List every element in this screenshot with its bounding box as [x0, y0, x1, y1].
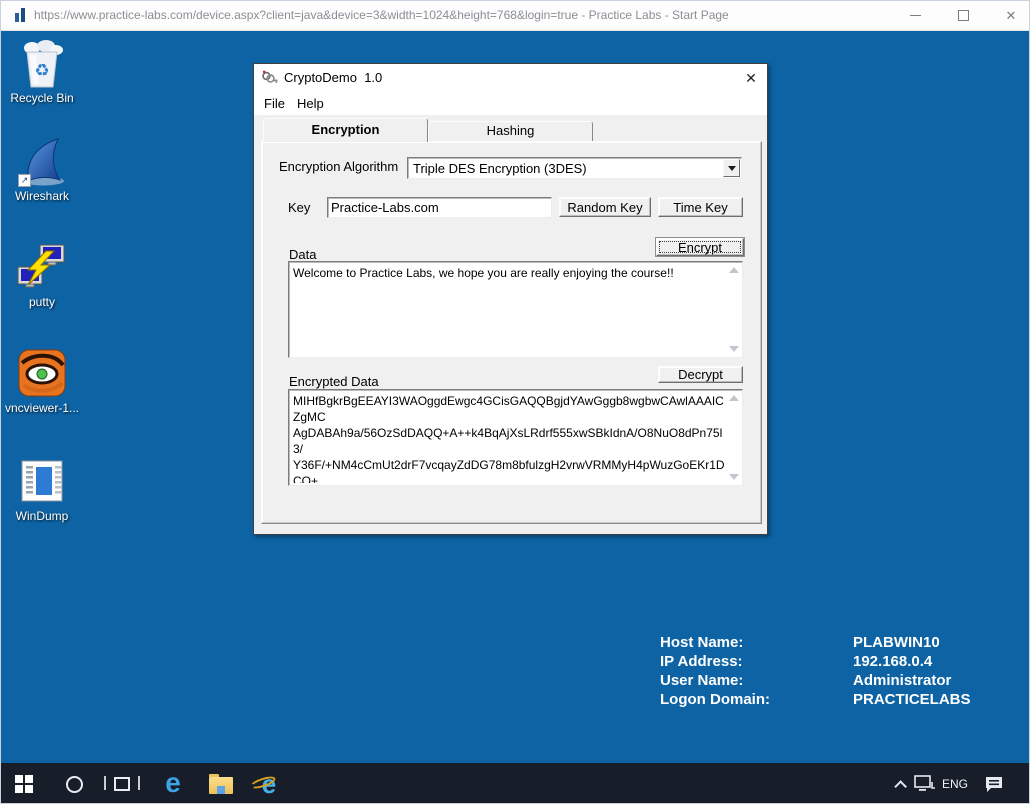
- task-view-icon: [114, 777, 130, 791]
- encrypted-data-field-frame: MIHfBgkrBgEEAYI3WAOggdEwgc4GCisGAQQBgjdY…: [288, 389, 743, 486]
- network-status-button[interactable]: [912, 773, 938, 795]
- tab-encryption[interactable]: Encryption: [263, 118, 428, 142]
- network-icon: [914, 775, 936, 793]
- maximize-icon: [958, 10, 969, 21]
- scroll-up-icon[interactable]: [729, 267, 739, 273]
- edge-icon: e: [165, 770, 181, 796]
- putty-icon: [16, 243, 68, 293]
- data-field-frame: Welcome to Practice Labs, we hope you ar…: [288, 261, 743, 358]
- chevron-up-icon: [894, 780, 907, 793]
- logon-domain-label: Logon Domain:: [660, 690, 853, 709]
- data-label: Data: [289, 247, 316, 262]
- scroll-down-icon[interactable]: [729, 474, 739, 480]
- icon-label: vncviewer-1...: [2, 402, 82, 415]
- shortcut-arrow-icon: ↗: [18, 174, 31, 187]
- microsoft-edge-button[interactable]: e: [158, 768, 188, 798]
- wireshark-icon: ↗: [16, 137, 68, 187]
- browser-close-button[interactable]: ✕: [988, 0, 1030, 31]
- windump-icon: [16, 457, 68, 507]
- icon-label: Wireshark: [2, 190, 82, 203]
- browser-maximize-button[interactable]: [940, 0, 986, 31]
- cryptodemo-window: CryptoDemo 1.0 ✕ File Help Encryption Ha…: [253, 63, 768, 535]
- random-key-button[interactable]: Random Key: [559, 197, 651, 217]
- menu-file[interactable]: File: [261, 95, 288, 112]
- algorithm-selected-value: Triple DES Encryption (3DES): [413, 161, 587, 176]
- desktop-icon-vncviewer[interactable]: vncviewer-1...: [2, 349, 82, 415]
- window-close-button[interactable]: ✕: [740, 68, 762, 88]
- scroll-up-icon[interactable]: [729, 395, 739, 401]
- folder-icon: [209, 777, 233, 794]
- menu-bar: File Help: [254, 91, 767, 115]
- tab-hashing[interactable]: Hashing: [428, 121, 593, 141]
- language-label: ENG: [942, 777, 968, 791]
- host-name-label: Host Name:: [660, 633, 853, 652]
- recycle-bin-icon: ♻: [16, 39, 68, 89]
- decrypt-button[interactable]: Decrypt: [658, 366, 743, 383]
- practice-labs-favicon-icon: [13, 7, 29, 23]
- ip-address-row: IP Address:192.168.0.4: [660, 652, 990, 671]
- browser-minimize-button[interactable]: [892, 0, 938, 31]
- ip-address-label: IP Address:: [660, 652, 853, 671]
- data-textarea[interactable]: Welcome to Practice Labs, we hope you ar…: [290, 263, 728, 355]
- key-input[interactable]: [327, 197, 552, 218]
- action-center-icon: [984, 775, 1004, 793]
- encrypted-data-textarea[interactable]: MIHfBgkrBgEEAYI3WAOggdEwgc4GCisGAQQBgjdY…: [290, 391, 728, 483]
- action-center-button[interactable]: [982, 773, 1006, 795]
- language-indicator[interactable]: ENG: [940, 776, 970, 792]
- close-icon: ✕: [1006, 9, 1017, 22]
- window-title: CryptoDemo 1.0: [284, 70, 382, 85]
- svg-text:♻: ♻: [34, 61, 49, 80]
- browser-titlebar: https://www.practice-labs.com/device.asp…: [0, 0, 1030, 31]
- desktop: ♻ Recycle Bin ↗ Wireshark putty: [0, 31, 1030, 763]
- cryptodemo-titlebar[interactable]: CryptoDemo 1.0 ✕: [254, 64, 767, 91]
- host-name-row: Host Name:PLABWIN10: [660, 633, 990, 652]
- minimize-icon: [910, 15, 921, 16]
- ip-address-value: 192.168.0.4: [853, 653, 932, 670]
- chevron-down-icon: [728, 166, 736, 171]
- taskbar: e e ENG: [0, 763, 1030, 804]
- windows-logo-icon: [15, 775, 33, 793]
- vncviewer-icon: [16, 349, 68, 399]
- desktop-icon-windump[interactable]: WinDump: [2, 457, 82, 523]
- menu-help[interactable]: Help: [294, 95, 327, 112]
- icon-label: WinDump: [2, 510, 82, 523]
- scroll-down-icon[interactable]: [729, 346, 739, 352]
- host-name-value: PLABWIN10: [853, 634, 940, 651]
- dropdown-button[interactable]: [723, 159, 740, 177]
- cortana-search-button[interactable]: [62, 772, 86, 796]
- desktop-icon-recycle-bin[interactable]: ♻ Recycle Bin: [2, 39, 82, 105]
- start-button[interactable]: [12, 772, 36, 796]
- browser-title-text: https://www.practice-labs.com/device.asp…: [34, 8, 729, 22]
- host-info-panel: Host Name:PLABWIN10 IP Address:192.168.0…: [660, 633, 990, 709]
- time-key-button[interactable]: Time Key: [658, 197, 743, 217]
- cortana-circle-icon: [66, 776, 83, 793]
- icon-label: putty: [2, 296, 82, 309]
- encryption-tab-panel: Encryption Algorithm Triple DES Encrypti…: [261, 141, 762, 524]
- show-hidden-icons-button[interactable]: [888, 775, 908, 793]
- logon-domain-row: Logon Domain:PRACTICELABS: [660, 690, 990, 709]
- encrypt-button[interactable]: Encrypt: [656, 238, 744, 256]
- logon-domain-value: PRACTICELABS: [853, 691, 971, 708]
- desktop-icon-wireshark[interactable]: ↗ Wireshark: [2, 137, 82, 203]
- user-name-label: User Name:: [660, 671, 853, 690]
- task-view-button[interactable]: [110, 773, 134, 795]
- file-explorer-button[interactable]: [206, 773, 236, 797]
- icon-label: Recycle Bin: [2, 92, 82, 105]
- user-name-value: Administrator: [853, 672, 951, 689]
- encryption-algorithm-dropdown[interactable]: Triple DES Encryption (3DES): [407, 157, 742, 179]
- user-name-row: User Name:Administrator: [660, 671, 990, 690]
- cryptodemo-keys-icon: [261, 69, 278, 86]
- encryption-algorithm-label: Encryption Algorithm: [279, 159, 398, 174]
- key-label: Key: [288, 200, 310, 215]
- encrypted-data-label: Encrypted Data: [289, 374, 379, 389]
- internet-explorer-button[interactable]: e: [254, 769, 284, 799]
- desktop-icon-putty[interactable]: putty: [2, 243, 82, 309]
